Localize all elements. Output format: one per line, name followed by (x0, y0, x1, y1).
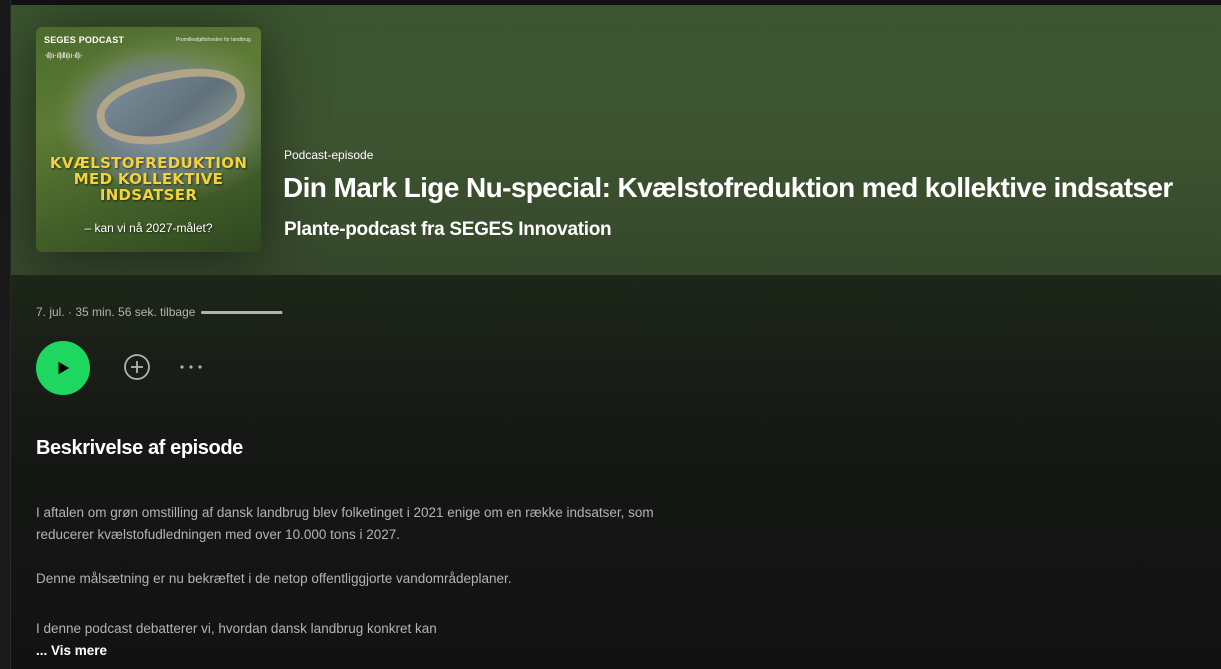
show-name-link[interactable]: Plante-podcast fra SEGES Innovation (284, 219, 612, 241)
more-options-button[interactable] (177, 355, 205, 379)
cover-photo-pond (91, 59, 251, 155)
cover-subtitle: – kan vi nå 2027-målet? (84, 221, 213, 235)
description-paragraph: I denne podcast debatterer vi, hvordan d… (36, 621, 437, 636)
play-button[interactable] (36, 341, 90, 395)
cover-title-line: INDSATSER (99, 186, 198, 204)
episode-type-label: Podcast-episode (284, 148, 374, 162)
cover-title-line: MED KOLLEKTIVE (73, 170, 224, 188)
cover-brand: SEGES PODCAST (44, 35, 125, 45)
cover-title: KVÆLSTOFREDUKTION MED KOLLEKTIVE INDSATS… (36, 155, 261, 203)
episode-cover-art: SEGES PODCAST ·ıl|ıı·ıl|ıllı|ıı·ıl|ı· Pr… (36, 27, 261, 252)
episode-progress-fill (201, 310, 282, 314)
more-icon (180, 365, 202, 369)
content-area (11, 275, 1221, 669)
date-duration-text: 7. jul. · 35 min. 56 sek. tilbage (36, 305, 196, 319)
episode-meta: 7. jul. · 35 min. 56 sek. tilbage (36, 305, 284, 319)
episode-title: Din Mark Lige Nu-special: Kvælstofredukt… (283, 172, 1173, 203)
play-icon (58, 361, 70, 375)
episode-progress-bar (201, 310, 284, 314)
description-paragraph: I aftalen om grøn omstilling af dansk la… (36, 505, 654, 542)
window-edge (0, 0, 11, 669)
add-circle-icon (124, 354, 150, 380)
description-paragraph: Denne målsætning er nu bekræftet i de ne… (36, 571, 512, 586)
description-heading: Beskrivelse af episode (36, 437, 243, 459)
cover-small-text: Promilleafgiftsfonden for landbrug (176, 37, 251, 43)
cover-title-line: KVÆLSTOFREDUKTION (49, 154, 248, 172)
add-to-library-button[interactable] (123, 353, 151, 381)
show-more-button[interactable]: ... Vis mere (36, 643, 107, 658)
waveform-icon: ·ıl|ıı·ıl|ıllı|ıı·ıl|ı· (44, 51, 83, 60)
